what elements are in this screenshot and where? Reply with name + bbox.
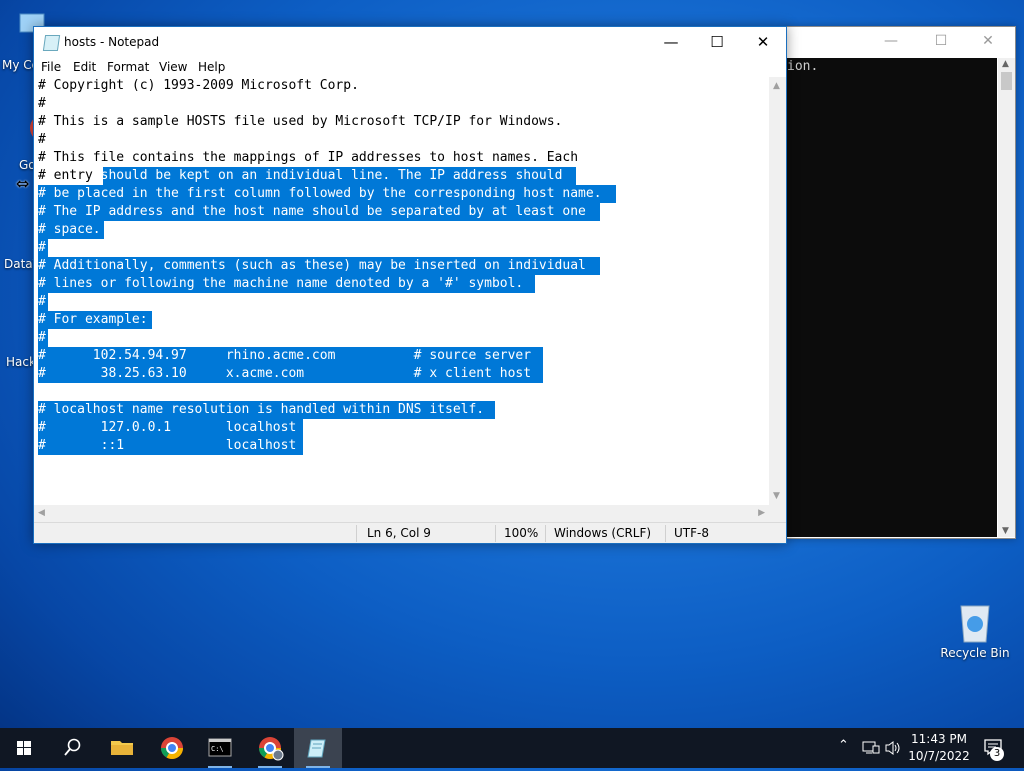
cmd-icon: C:\ xyxy=(208,738,232,757)
svg-text:C:\: C:\ xyxy=(211,745,224,753)
status-line-endings: Windows (CRLF) xyxy=(554,526,652,540)
console-text: ion. xyxy=(787,59,819,74)
text-line: # The IP address and the host name shoul… xyxy=(38,204,586,219)
close-button[interactable]: ✕ xyxy=(740,27,786,57)
notepad-icon xyxy=(42,35,61,51)
horizontal-scrollbar[interactable]: ◀ ▶ xyxy=(34,505,769,522)
vertical-scrollbar[interactable]: ▲ ▼ xyxy=(769,77,786,505)
console-maximize-button[interactable]: ☐ xyxy=(931,33,951,51)
text-line: # ::1 localhost xyxy=(38,438,297,453)
file-explorer-button[interactable] xyxy=(98,728,146,768)
status-bar: Ln 6, Col 9 100% Windows (CRLF) UTF-8 xyxy=(34,522,786,543)
network-icon[interactable] xyxy=(862,740,880,756)
taskbar: C:\ ⌃ 11:43 PM 10/7/2022 3 xyxy=(0,728,1024,768)
text-editor[interactable]: # Copyright (c) 1993-2009 Microsoft Corp… xyxy=(34,77,769,505)
search-icon xyxy=(64,738,81,756)
scroll-left-icon[interactable]: ◀ xyxy=(38,508,45,518)
console-scroll-thumb[interactable] xyxy=(1001,72,1012,90)
text-line: # xyxy=(38,96,46,111)
scroll-right-icon[interactable]: ▶ xyxy=(758,508,765,518)
text-line: # Additionally, comments (such as these)… xyxy=(38,258,586,273)
chrome-profile-button[interactable] xyxy=(246,728,294,768)
console-close-button[interactable]: ✕ xyxy=(978,33,998,51)
menu-edit[interactable]: Edit xyxy=(73,60,96,74)
chrome-button[interactable] xyxy=(148,728,196,768)
minimize-button[interactable]: — xyxy=(648,27,694,57)
status-separator xyxy=(545,525,546,542)
text-line: # 38.25.63.10 x.acme.com # x client host xyxy=(38,366,532,381)
maximize-button[interactable]: ☐ xyxy=(694,27,740,57)
unselected-text: # entry xyxy=(38,168,101,183)
notification-count-badge: 3 xyxy=(990,747,1004,761)
notepad-titlebar[interactable]: hosts - Notepad — ☐ ✕ xyxy=(34,27,786,57)
scroll-down-icon[interactable]: ▼ xyxy=(1002,526,1009,536)
folder-icon xyxy=(111,741,133,755)
text-line: # space. xyxy=(38,222,101,237)
status-separator xyxy=(665,525,666,542)
text-line: # entry should be kept on an individual … xyxy=(38,167,562,185)
text-line: # xyxy=(38,330,46,345)
text-line: # xyxy=(38,240,46,255)
desktop-icon-label: Recycle Bin xyxy=(940,646,1010,660)
text-line: # lines or following the machine name de… xyxy=(38,276,524,291)
notepad-icon xyxy=(307,739,326,758)
window-title: hosts - Notepad xyxy=(64,35,160,49)
text-line: # Copyright (c) 1993-2009 Microsoft Corp… xyxy=(38,78,359,93)
clock-date[interactable]: 10/7/2022 xyxy=(908,749,970,763)
chrome-profile-icon xyxy=(259,737,284,761)
text-line: # xyxy=(38,294,46,309)
desktop-icon-label: Hack xyxy=(6,355,36,369)
notepad-taskbar-button[interactable] xyxy=(294,728,342,768)
text-line: # be placed in the first column followed… xyxy=(38,186,602,201)
text-line: # This is a sample HOSTS file used by Mi… xyxy=(38,114,563,129)
console-scrollbar[interactable]: ▲ ▼ xyxy=(998,58,1015,537)
status-encoding: UTF-8 xyxy=(674,526,709,540)
chrome-icon xyxy=(161,737,183,759)
text-line: # 102.54.94.97 rhino.acme.com # source s… xyxy=(38,348,532,363)
recycle-bin-icon xyxy=(955,600,995,644)
menu-bar: File Edit Format View Help xyxy=(34,57,786,77)
clock-time[interactable]: 11:43 PM xyxy=(908,732,970,746)
text-line: # For example: xyxy=(38,312,148,327)
status-separator xyxy=(356,525,357,542)
command-prompt-button[interactable]: C:\ xyxy=(196,728,244,768)
text-line: # xyxy=(38,132,46,147)
menu-format[interactable]: Format xyxy=(107,60,149,74)
status-zoom: 100% xyxy=(504,526,539,540)
text-line: # localhost name resolution is handled w… xyxy=(38,402,485,417)
console-minimize-button[interactable]: — xyxy=(881,33,901,51)
text-line: # This file contains the mappings of IP … xyxy=(38,150,579,165)
scroll-down-icon[interactable]: ▼ xyxy=(773,491,780,501)
menu-view[interactable]: View xyxy=(159,60,187,74)
selected-text: should be kept on an individual line. Th… xyxy=(100,168,563,183)
windows-logo-icon xyxy=(17,741,31,755)
volume-icon[interactable] xyxy=(884,740,902,756)
start-button[interactable] xyxy=(0,728,48,768)
resize-cursor-icon: ⇔ xyxy=(16,174,30,193)
scroll-up-icon[interactable]: ▲ xyxy=(1002,59,1009,69)
desktop-icon-recycle-bin[interactable]: Recycle Bin xyxy=(937,600,1013,660)
text-line: # 127.0.0.1 localhost xyxy=(38,420,297,435)
notepad-window[interactable]: hosts - Notepad — ☐ ✕ File Edit Format V… xyxy=(33,26,787,544)
search-button[interactable] xyxy=(48,728,96,768)
status-cursor-position: Ln 6, Col 9 xyxy=(367,526,431,540)
menu-file[interactable]: File xyxy=(41,60,61,74)
console-titlebar[interactable]: — ☐ ✕ xyxy=(785,27,1015,57)
console-window[interactable]: — ☐ ✕ ion. ▲ ▼ xyxy=(784,26,1016,539)
scrollbar-corner xyxy=(769,505,786,522)
console-output[interactable]: ion. xyxy=(785,58,997,537)
status-separator xyxy=(495,525,496,542)
menu-help[interactable]: Help xyxy=(198,60,225,74)
action-center-button[interactable]: 3 xyxy=(974,728,1014,768)
show-hidden-icons-icon[interactable]: ⌃ xyxy=(838,738,849,753)
scroll-up-icon[interactable]: ▲ xyxy=(773,81,780,91)
